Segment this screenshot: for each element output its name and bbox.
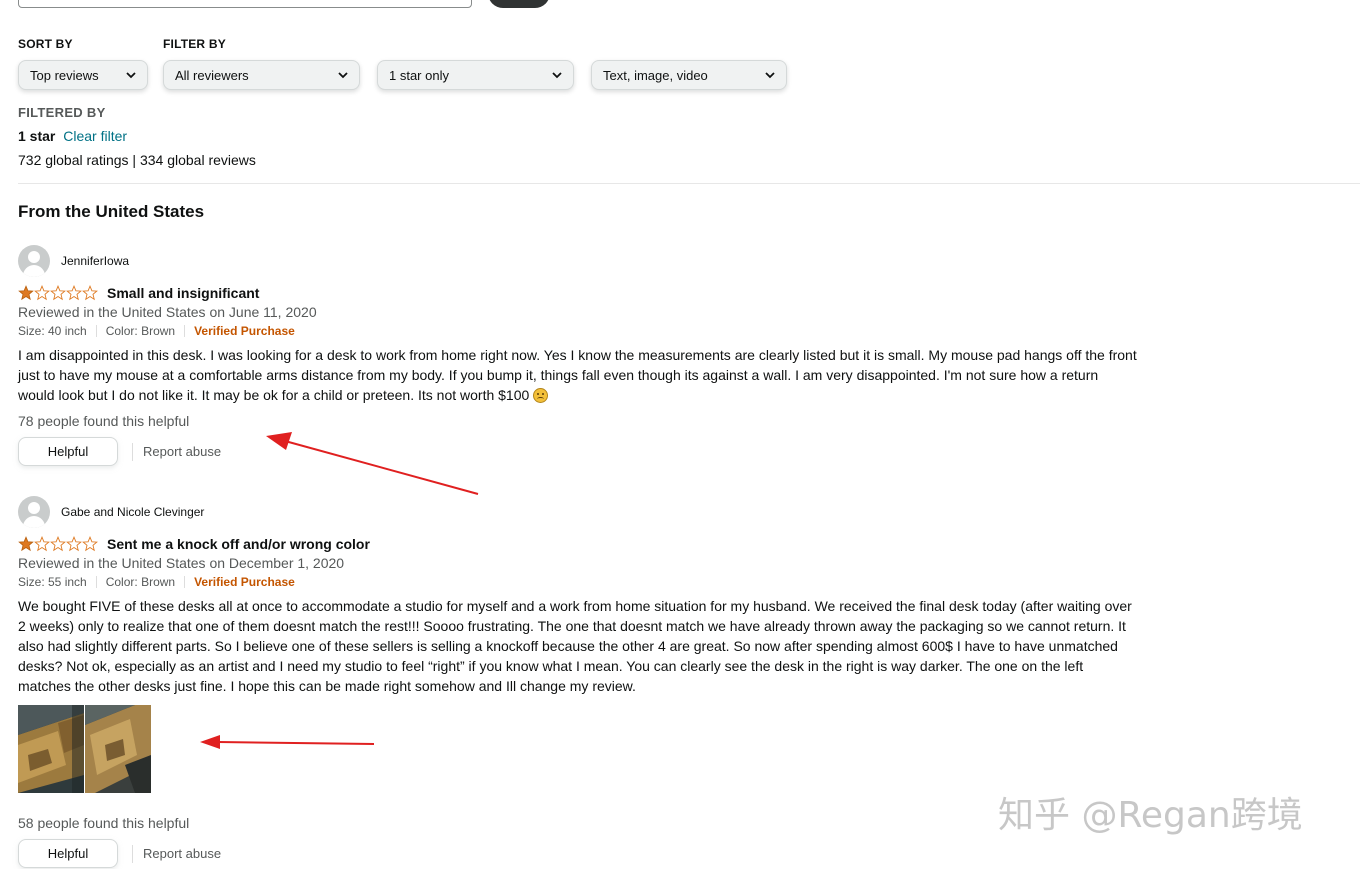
star-filter-dropdown[interactable]: 1 star only [377, 60, 574, 90]
reviewer-filter-dropdown[interactable]: All reviewers [163, 60, 360, 90]
review-date: Reviewed in the United States on June 11… [18, 304, 317, 320]
star-rating[interactable] [18, 285, 98, 301]
reviewer-name: JenniferIowa [61, 254, 130, 268]
variant-size[interactable]: Size: 40 inch [18, 324, 87, 338]
media-filter-value: Text, image, video [603, 67, 708, 83]
variant-color[interactable]: Color: Brown [106, 324, 175, 338]
review-date: Reviewed in the United States on Decembe… [18, 555, 345, 571]
sort-dropdown[interactable]: Top reviews [18, 60, 148, 90]
star-empty-icon [82, 285, 98, 301]
variant-color[interactable]: Color: Brown [106, 575, 175, 589]
sort-dropdown-value: Top reviews [30, 67, 99, 83]
review-body-text: I am disappointed in this desk. I was lo… [18, 347, 1137, 403]
reviewer-filter-value: All reviewers [175, 67, 249, 83]
review-card: Gabe and Nicole Clevinger Sent me a knoc… [18, 496, 1138, 868]
star-filled-icon [18, 285, 34, 301]
watermark: 知乎 @Regan跨境 [998, 795, 1303, 836]
review-body: I am disappointed in this desk. I was lo… [18, 345, 1138, 405]
reviewer-profile[interactable]: Gabe and Nicole Clevinger [18, 496, 1138, 528]
reviewer-name: Gabe and Nicole Clevinger [61, 505, 205, 519]
filter-by-label: FILTER BY [163, 37, 226, 51]
reviewer-profile[interactable]: JenniferIowa [18, 245, 1138, 277]
star-empty-icon [34, 536, 50, 552]
variant-size[interactable]: Size: 55 inch [18, 575, 87, 589]
sad-face-emoji-icon [533, 388, 549, 403]
verified-purchase-badge[interactable]: Verified Purchase [194, 324, 295, 338]
star-empty-icon [66, 285, 82, 301]
helpful-count: 58 people found this helpful [18, 815, 190, 831]
helpful-button[interactable]: Helpful [18, 839, 118, 868]
review-card: JenniferIowa Small and insignificant Rev… [18, 245, 1138, 466]
clear-filter-link[interactable]: Clear filter [63, 128, 127, 144]
review-image-thumbnail[interactable] [18, 705, 84, 793]
section-title: From the United States [18, 202, 205, 221]
report-abuse-link[interactable]: Report abuse [143, 444, 221, 459]
search-reviews-button[interactable] [488, 0, 550, 8]
desk-photo-image [85, 705, 151, 793]
active-filter: 1 star Clear filter [18, 128, 127, 144]
review-images [18, 705, 1138, 793]
star-empty-icon [66, 536, 82, 552]
chevron-down-icon [338, 72, 348, 79]
media-filter-dropdown[interactable]: Text, image, video [591, 60, 787, 90]
star-empty-icon [34, 285, 50, 301]
desk-photo-image [18, 705, 84, 793]
star-filter-value: 1 star only [389, 67, 449, 83]
verified-purchase-badge[interactable]: Verified Purchase [194, 575, 295, 589]
chevron-down-icon [765, 72, 775, 79]
star-empty-icon [50, 285, 66, 301]
review-title[interactable]: Sent me a knock off and/or wrong color [107, 536, 370, 552]
avatar [18, 245, 50, 277]
filtered-by-label: FILTERED BY [18, 105, 106, 120]
review-meta: Size: 55 inch Color: Brown Verified Purc… [18, 573, 1138, 591]
chevron-down-icon [552, 72, 562, 79]
search-reviews-input[interactable] [18, 0, 472, 8]
report-abuse-link[interactable]: Report abuse [143, 846, 221, 861]
active-filter-value: 1 star [18, 128, 56, 144]
star-empty-icon [82, 536, 98, 552]
star-rating[interactable] [18, 536, 98, 552]
review-meta: Size: 40 inch Color: Brown Verified Purc… [18, 322, 1138, 340]
star-empty-icon [50, 536, 66, 552]
chevron-down-icon [126, 72, 136, 79]
helpful-count: 78 people found this helpful [18, 413, 190, 429]
rating-counts: 732 global ratings | 334 global reviews [18, 152, 256, 168]
sort-by-label: SORT BY [18, 37, 73, 51]
review-title[interactable]: Small and insignificant [107, 285, 259, 301]
review-image-thumbnail[interactable] [85, 705, 151, 793]
helpful-button[interactable]: Helpful [18, 437, 118, 466]
divider [18, 183, 1360, 184]
star-filled-icon [18, 536, 34, 552]
avatar [18, 496, 50, 528]
reviews-page: SORT BY FILTER BY Top reviews All review… [0, 0, 1360, 869]
review-body: We bought FIVE of these desks all at onc… [18, 598, 1132, 694]
